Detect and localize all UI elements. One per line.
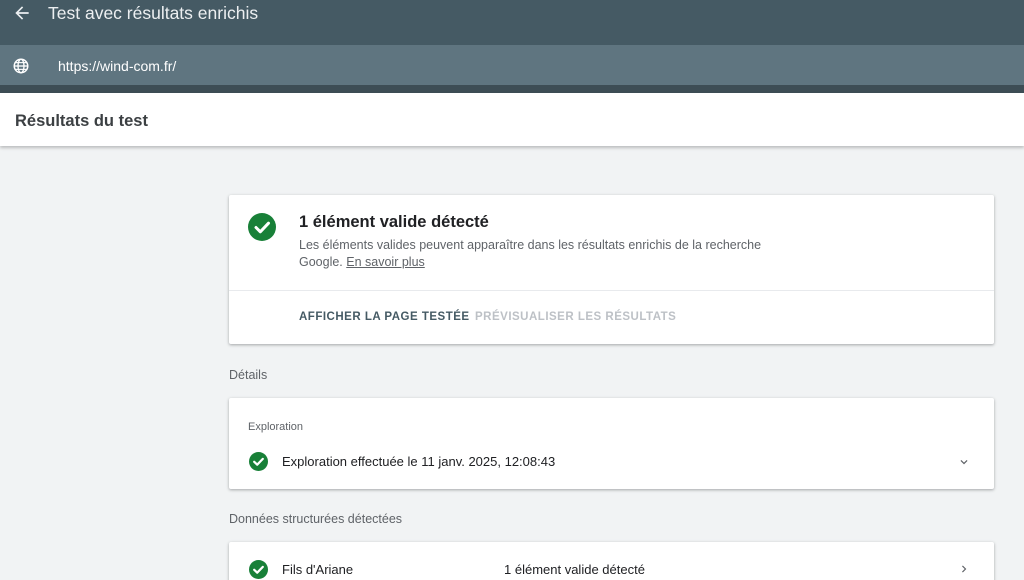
- structured-data-label: Données structurées détectées: [229, 512, 403, 526]
- crawl-heading: Exploration: [248, 421, 304, 433]
- chevron-right-icon[interactable]: [957, 562, 971, 576]
- card-divider: [229, 290, 994, 291]
- crawl-card[interactable]: [229, 398, 994, 489]
- summary-title: 1 élément valide détecté: [299, 213, 489, 231]
- check-circle-icon: [249, 560, 268, 579]
- structured-data-name: Fils d'Ariane: [282, 562, 354, 577]
- check-circle-icon: [249, 452, 268, 471]
- preview-results-button[interactable]: PRÉVISUALISER LES RÉSULTATS: [475, 311, 676, 324]
- view-tested-page-button[interactable]: AFFICHER LA PAGE TESTÉE: [299, 311, 470, 324]
- results-header: [0, 93, 1024, 146]
- globe-icon: [13, 58, 29, 74]
- learn-more-link[interactable]: En savoir plus: [346, 255, 425, 269]
- url-bar-divider: [0, 85, 1024, 93]
- arrow-back-icon[interactable]: [12, 3, 32, 23]
- app-title: Test avec résultats enrichis: [48, 3, 259, 23]
- tested-url[interactable]: https://wind-com.fr/: [58, 58, 176, 74]
- structured-data-status: 1 élément valide détecté: [504, 562, 645, 577]
- summary-description: Les éléments valides peuvent apparaître …: [299, 238, 762, 269]
- crawl-status: Exploration effectuée le 11 janv. 2025, …: [282, 454, 556, 469]
- page-title: Résultats du test: [15, 112, 148, 130]
- chevron-down-icon[interactable]: [957, 455, 971, 469]
- details-label: Détails: [229, 368, 268, 382]
- check-circle-icon: [248, 213, 276, 241]
